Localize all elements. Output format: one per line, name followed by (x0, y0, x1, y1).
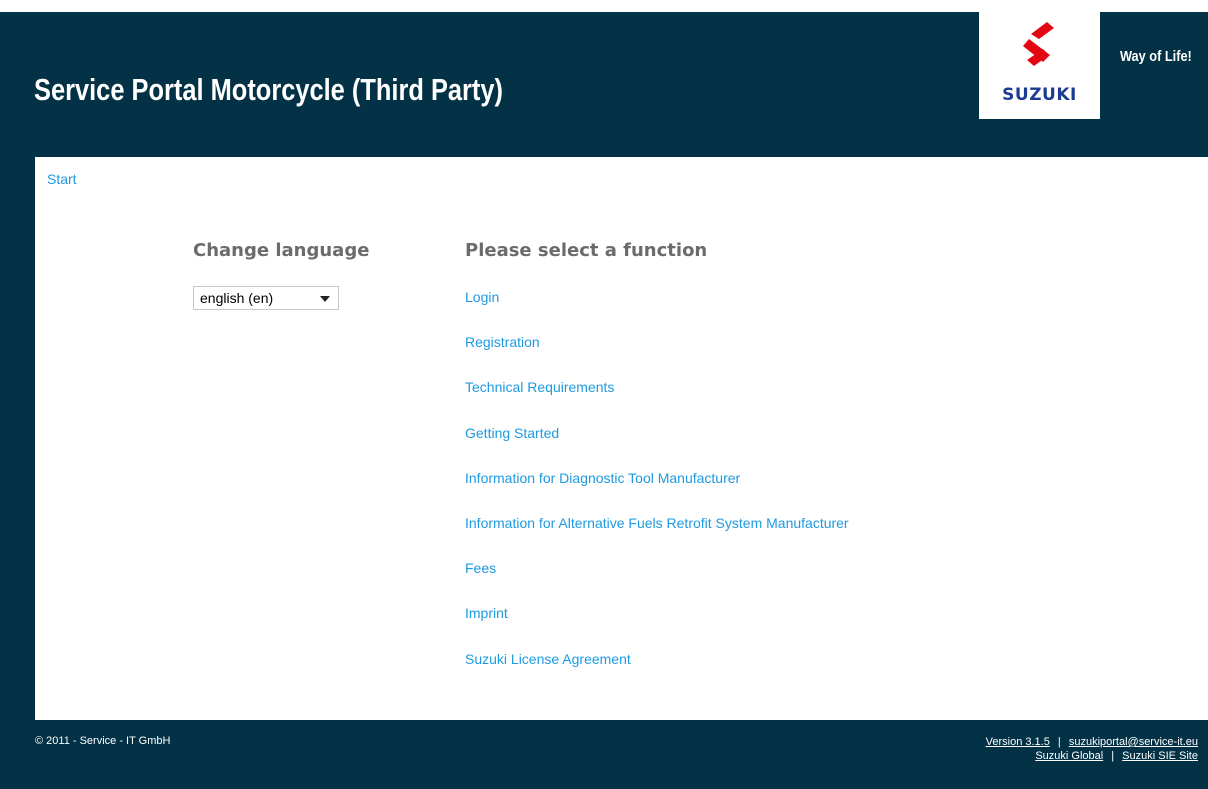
function-item: Information for Diagnostic Tool Manufact… (465, 470, 849, 515)
function-item: Login (465, 289, 849, 334)
function-item: Suzuki License Agreement (465, 651, 849, 696)
language-select[interactable]: english (en) (193, 286, 339, 310)
function-list: Login Registration Technical Requirement… (465, 289, 849, 696)
license-agreement-link[interactable]: Suzuki License Agreement (465, 651, 631, 667)
footer-separator: | (1111, 750, 1115, 762)
function-item: Imprint (465, 605, 849, 650)
version-link[interactable]: Version 3.1.5 (986, 736, 1050, 748)
function-item: Technical Requirements (465, 379, 849, 424)
footer-links: Version 3.1.5 | suzukiportal@service-it.… (986, 735, 1198, 763)
chevron-down-icon (320, 296, 330, 302)
tagline: Way of Life! (1120, 48, 1192, 65)
diagnostic-tool-info-link[interactable]: Information for Diagnostic Tool Manufact… (465, 470, 740, 486)
change-language-heading: Change language (193, 240, 370, 261)
function-item: Registration (465, 334, 849, 379)
suzuki-logo-text: SUZUKI (1002, 85, 1077, 105)
main-content: Start Change language english (en) Pleas… (35, 157, 1208, 720)
suzuki-s-icon (1023, 22, 1054, 66)
suzuki-logo[interactable]: SUZUKI (979, 12, 1100, 119)
technical-requirements-link[interactable]: Technical Requirements (465, 379, 614, 395)
function-item: Information for Alternative Fuels Retrof… (465, 515, 849, 560)
breadcrumb-start[interactable]: Start (47, 171, 77, 187)
function-item: Fees (465, 560, 849, 605)
imprint-link[interactable]: Imprint (465, 605, 508, 621)
select-function-heading: Please select a function (465, 240, 708, 261)
login-link[interactable]: Login (465, 289, 499, 305)
email-link[interactable]: suzukiportal@service-it.eu (1069, 736, 1198, 748)
registration-link[interactable]: Registration (465, 334, 540, 350)
suzuki-sie-site-link[interactable]: Suzuki SIE Site (1122, 750, 1198, 762)
footer-separator: | (1057, 736, 1061, 748)
fees-link[interactable]: Fees (465, 560, 496, 576)
suzuki-global-link[interactable]: Suzuki Global (1035, 750, 1103, 762)
page-title: Service Portal Motorcycle (Third Party) (34, 72, 504, 107)
language-select-value: english (en) (200, 290, 274, 306)
function-item: Getting Started (465, 425, 849, 470)
footer-copyright: © 2011 - Service - IT GmbH (35, 735, 171, 747)
alternative-fuels-info-link[interactable]: Information for Alternative Fuels Retrof… (465, 515, 849, 531)
getting-started-link[interactable]: Getting Started (465, 425, 559, 441)
